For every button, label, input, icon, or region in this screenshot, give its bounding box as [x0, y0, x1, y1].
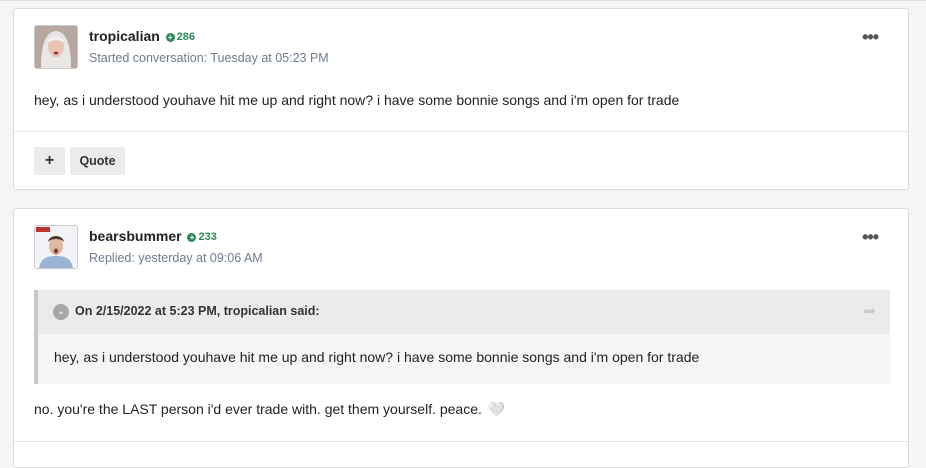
quote-block: ⌄ On 2/15/2022 at 5:23 PM, tropicalian s…	[34, 290, 890, 384]
white-heart-icon: 🤍	[487, 401, 506, 417]
reputation-badge: +286	[165, 31, 196, 43]
author-name[interactable]: bearsbummer +233	[89, 228, 217, 244]
quote-header: ⌄ On 2/15/2022 at 5:23 PM, tropicalian s…	[38, 290, 890, 334]
post-divider	[14, 441, 908, 442]
quote-citation: On 2/15/2022 at 5:23 PM, tropicalian sai…	[75, 304, 320, 318]
avatar[interactable]	[34, 225, 78, 269]
author-name-text[interactable]: bearsbummer	[89, 228, 182, 244]
post-menu-button[interactable]: •••	[862, 227, 879, 248]
post-body: no. you're the LAST person i'd ever trad…	[34, 401, 505, 418]
top-divider	[0, 0, 926, 1]
reputation-count: 286	[176, 31, 196, 43]
post-menu-button[interactable]: •••	[862, 27, 879, 48]
author-name-text[interactable]: tropicalian	[89, 28, 160, 44]
post-tropicalian: tropicalian +286 Started conversation: T…	[13, 8, 909, 190]
post-bearsbummer: bearsbummer +233 Replied: yesterday at 0…	[13, 208, 909, 468]
avatar[interactable]	[34, 25, 78, 69]
plus-circle-icon: +	[165, 33, 175, 42]
share-icon[interactable]: ➦	[863, 302, 876, 320]
chevron-down-icon[interactable]: ⌄	[53, 304, 69, 320]
plus-circle-icon: +	[187, 233, 197, 242]
post-meta: Replied: yesterday at 09:06 AM	[89, 251, 263, 265]
post-body: hey, as i understood youhave hit me up a…	[34, 92, 680, 108]
post-divider	[14, 131, 908, 132]
reputation-count: 233	[198, 231, 217, 243]
reputation-badge: +233	[187, 231, 217, 243]
post-body-text: no. you're the LAST person i'd ever trad…	[34, 401, 482, 417]
author-name[interactable]: tropicalian +286	[89, 28, 195, 44]
avatar-image	[35, 226, 77, 268]
post-meta: Started conversation: Tuesday at 05:23 P…	[89, 51, 329, 65]
quote-button[interactable]: Quote	[70, 147, 125, 175]
plus-button[interactable]: +	[34, 147, 65, 175]
avatar-image	[35, 26, 77, 68]
quote-text: hey, as i understood youhave hit me up a…	[54, 349, 700, 365]
